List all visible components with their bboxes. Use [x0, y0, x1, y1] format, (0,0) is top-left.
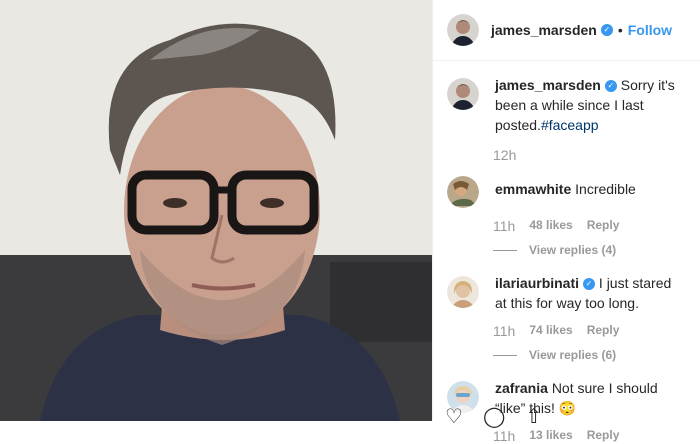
view-replies-button[interactable]: View replies (4) [493, 243, 686, 257]
verified-badge-icon: ✓ [583, 278, 596, 291]
comment-text: ilariaurbinati ✓ I just stared at this fo… [495, 273, 686, 313]
action-bar: ♡ ◯ ⇧ [445, 404, 542, 429]
commenter-username[interactable]: ilariaurbinati [495, 275, 579, 291]
author-username[interactable]: james_marsden [491, 22, 597, 38]
commenter-avatar[interactable] [447, 276, 479, 308]
caption: james_marsden ✓ Sorry it's been a while s… [447, 75, 686, 135]
comments-list: james_marsden ✓ Sorry it's been a while s… [433, 61, 700, 444]
likes-count[interactable]: 13 likes [529, 428, 572, 444]
reply-button[interactable]: Reply [587, 323, 620, 339]
comment-meta: 11h 74 likes Reply [493, 323, 686, 339]
post-header: james_marsden ✓ • Follow [433, 0, 700, 61]
instagram-post: james_marsden ✓ • Follow james_marsden ✓ … [0, 0, 700, 444]
comment-item: ilariaurbinati ✓ I just stared at this fo… [447, 273, 686, 313]
author-avatar[interactable] [447, 14, 479, 46]
view-replies-label: View replies (6) [529, 348, 617, 362]
comment-icon[interactable]: ◯ [483, 404, 505, 429]
reply-button[interactable]: Reply [587, 428, 620, 444]
view-replies-button[interactable]: View replies (6) [493, 348, 686, 362]
divider-line [493, 354, 517, 356]
caption-meta: 12h [493, 147, 686, 163]
commenter-avatar[interactable] [447, 176, 479, 208]
portrait-illustration [0, 0, 432, 421]
verified-badge-icon: ✓ [604, 80, 617, 93]
comment-time[interactable]: 11h [493, 218, 515, 234]
comment-time[interactable]: 11h [493, 428, 515, 444]
comment-text: emmawhite Incredible [495, 179, 636, 199]
likes-count[interactable]: 74 likes [529, 323, 572, 339]
view-replies-label: View replies (4) [529, 243, 617, 257]
caption-time[interactable]: 12h [493, 147, 516, 163]
caption-avatar[interactable] [447, 78, 479, 110]
comments-panel: james_marsden ✓ • Follow james_marsden ✓ … [432, 0, 700, 444]
hashtag-link[interactable]: #faceapp [541, 117, 599, 133]
caption-username[interactable]: james_marsden [495, 77, 601, 93]
caption-text: james_marsden ✓ Sorry it's been a while s… [495, 75, 686, 135]
comment-item: emmawhite Incredible [447, 173, 686, 208]
comment-body: Incredible [575, 181, 636, 197]
divider-line [493, 249, 517, 251]
reply-button[interactable]: Reply [587, 218, 620, 234]
heart-icon[interactable]: ♡ [445, 404, 463, 429]
comment-time[interactable]: 11h [493, 323, 515, 339]
commenter-username[interactable]: zafrania [495, 380, 548, 396]
separator-dot: • [617, 22, 623, 38]
likes-count[interactable]: 48 likes [529, 218, 572, 234]
commenter-username[interactable]: emmawhite [495, 181, 571, 197]
post-photo[interactable] [0, 0, 432, 421]
comment-meta: 11h 13 likes Reply [493, 428, 686, 444]
verified-badge-icon: ✓ [600, 24, 613, 36]
comment-meta: 11h 48 likes Reply [493, 218, 686, 234]
share-icon[interactable]: ⇧ [525, 404, 542, 429]
follow-button[interactable]: Follow [628, 22, 672, 38]
